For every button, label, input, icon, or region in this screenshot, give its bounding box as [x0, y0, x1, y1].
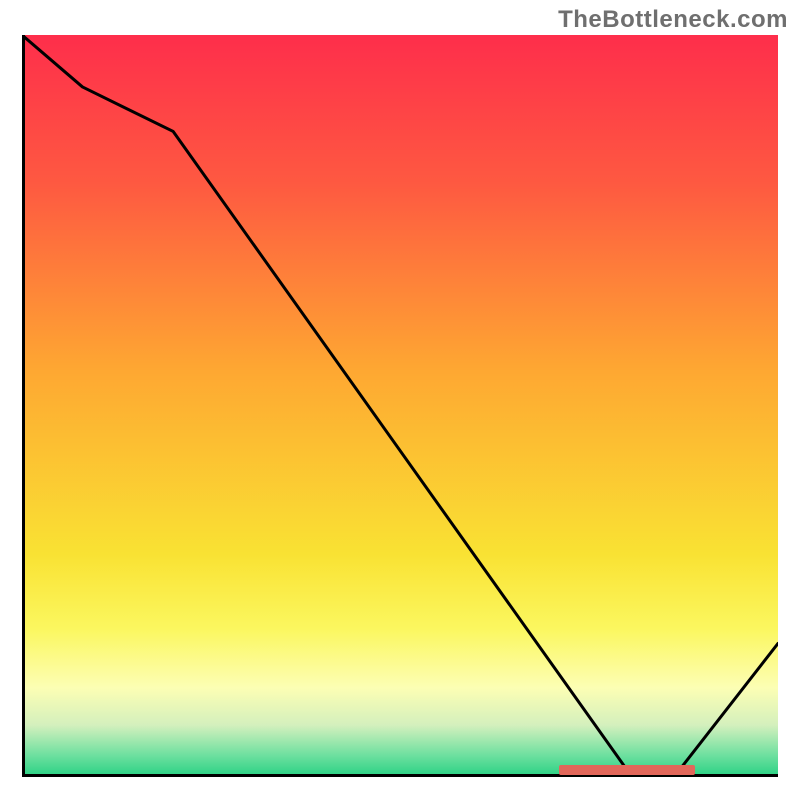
watermark-text: TheBottleneck.com	[558, 6, 788, 34]
optimum-marker	[559, 765, 695, 775]
chart-container: TheBottleneck.com	[0, 0, 800, 800]
axes-frame	[22, 35, 778, 777]
